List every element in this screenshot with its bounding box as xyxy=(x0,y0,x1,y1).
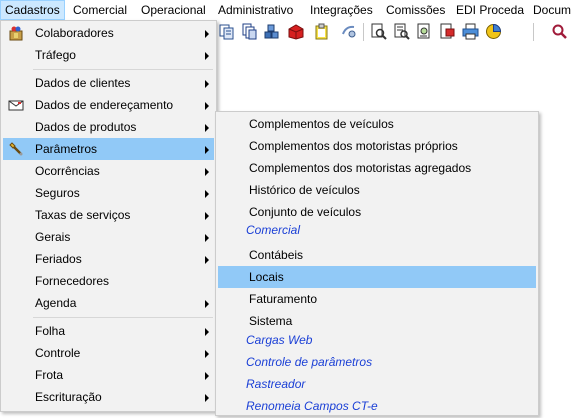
menu-item-label: Feriados xyxy=(35,252,82,266)
submenu-arrow-icon xyxy=(205,146,209,154)
menu-item-label: Ocorrências xyxy=(35,164,100,178)
menu-item-dados-enderecamento[interactable]: Dados de endereçamento xyxy=(3,94,214,116)
document-copy-icon[interactable] xyxy=(218,23,235,40)
menu-item-feriados[interactable]: Feriados xyxy=(3,248,214,270)
submenu-arrow-icon xyxy=(205,52,209,60)
submenu-arrow-icon xyxy=(205,328,209,336)
submenu-item-complementos-veiculos[interactable]: Complementos de veículos xyxy=(218,113,536,135)
menu-item-dados-produtos[interactable]: Dados de produtos xyxy=(3,116,214,138)
cadastros-menu: Colaboradores Tráfego Dados de clientes … xyxy=(0,20,217,412)
red-box-icon[interactable] xyxy=(287,23,304,40)
submenu-arrow-icon xyxy=(205,102,209,110)
menu-item-controle[interactable]: Controle xyxy=(3,342,214,364)
menu-administrativo[interactable]: Administrativo xyxy=(213,0,298,20)
menu-item-label: Dados de produtos xyxy=(35,120,137,134)
menu-item-gerais[interactable]: Gerais xyxy=(3,226,214,248)
menu-operacional[interactable]: Operacional xyxy=(136,0,211,20)
submenu-item-comercial[interactable]: Comercial xyxy=(218,219,536,241)
menu-item-dados-clientes[interactable]: Dados de clientes xyxy=(3,72,214,94)
menu-item-label: Folha xyxy=(35,324,66,338)
menu-separator xyxy=(33,69,213,70)
documents-icon[interactable] xyxy=(241,23,258,40)
submenu-item-contabeis[interactable]: Contábeis xyxy=(218,244,536,266)
menu-item-trafego[interactable]: Tráfego xyxy=(3,44,214,66)
pie-chart-icon[interactable] xyxy=(485,23,502,40)
menu-item-label: Agenda xyxy=(35,296,77,310)
submenu-arrow-icon xyxy=(205,124,209,132)
menu-item-seguros[interactable]: Seguros xyxy=(3,182,214,204)
settings-doc-icon[interactable] xyxy=(416,23,433,40)
menu-item-label: Frota xyxy=(35,368,64,382)
menu-cadastros[interactable]: Cadastros xyxy=(0,0,65,20)
submenu-item-rastreador[interactable]: Rastreador xyxy=(218,373,536,395)
menu-item-label: Colaboradores xyxy=(35,26,114,40)
menu-item-folha[interactable]: Folha xyxy=(3,320,214,342)
toolbar-separator xyxy=(533,23,534,41)
menu-comercial[interactable]: Comercial xyxy=(68,0,132,20)
menu-comissoes[interactable]: Comissões xyxy=(381,0,450,20)
submenu-arrow-icon xyxy=(205,30,209,38)
exit-icon[interactable] xyxy=(439,23,456,40)
submenu-arrow-icon xyxy=(205,372,209,380)
submenu-item-motoristas-agregados[interactable]: Complementos dos motoristas agregados xyxy=(218,157,536,179)
submenu-item-renomeia-campos-cte[interactable]: Renomeia Campos CT-e xyxy=(218,395,536,417)
menu-item-label: Tráfego xyxy=(35,48,76,62)
menu-item-agenda[interactable]: Agenda xyxy=(3,292,214,314)
menu-documentos[interactable]: Docum xyxy=(528,0,571,20)
menu-item-label: Fornecedores xyxy=(35,274,110,288)
menu-integracoes[interactable]: Integrações xyxy=(305,0,378,20)
preview-icon[interactable] xyxy=(370,23,387,40)
submenu-arrow-icon xyxy=(205,350,209,358)
toolbar-separator xyxy=(363,23,364,41)
menu-item-label: Escrituração xyxy=(35,390,102,404)
menu-edi-proceda[interactable]: EDI Proceda xyxy=(451,0,529,20)
submenu-arrow-icon xyxy=(205,190,209,198)
blocks-icon[interactable] xyxy=(264,23,281,40)
menu-item-label: Seguros xyxy=(35,186,80,200)
colaboradores-icon xyxy=(8,25,24,41)
clipboard-icon[interactable] xyxy=(313,23,330,40)
menu-bar: Cadastros Comercial Operacional Administ… xyxy=(0,0,571,20)
submenu-arrow-icon xyxy=(205,80,209,88)
envelope-icon xyxy=(8,97,24,113)
submenu-arrow-icon xyxy=(205,394,209,402)
submenu-arrow-icon xyxy=(205,300,209,308)
menu-item-fornecedores[interactable]: Fornecedores xyxy=(3,270,214,292)
menu-item-label: Gerais xyxy=(35,230,71,244)
submenu-arrow-icon xyxy=(205,212,209,220)
submenu-item-controle-parametros[interactable]: Controle de parâmetros xyxy=(218,351,536,373)
submenu-item-motoristas-proprios[interactable]: Complementos dos motoristas próprios xyxy=(218,135,536,157)
menu-item-label: Parâmetros xyxy=(35,142,98,156)
menu-item-ocorrencias[interactable]: Ocorrências xyxy=(3,160,214,182)
submenu-arrow-icon xyxy=(205,256,209,264)
submenu-item-faturamento[interactable]: Faturamento xyxy=(218,288,536,310)
menu-item-colaboradores[interactable]: Colaboradores xyxy=(3,22,214,44)
menu-item-label: Dados de endereçamento xyxy=(35,98,174,112)
search-icon[interactable] xyxy=(551,23,568,40)
menu-item-frota[interactable]: Frota xyxy=(3,364,214,386)
gear-script-icon[interactable] xyxy=(340,23,357,40)
toolbar xyxy=(215,20,571,44)
menu-item-taxas-servicos[interactable]: Taxas de serviços xyxy=(3,204,214,226)
menu-separator xyxy=(33,317,213,318)
menu-item-label: Controle xyxy=(35,346,81,360)
submenu-item-cargas-web[interactable]: Cargas Web xyxy=(218,329,536,351)
wrench-icon xyxy=(8,141,24,157)
menu-item-escrituracao[interactable]: Escrituração xyxy=(3,386,214,408)
parametros-submenu: Complementos de veículos Complementos do… xyxy=(215,111,539,416)
menu-item-label: Taxas de serviços xyxy=(35,208,131,222)
submenu-arrow-icon xyxy=(205,168,209,176)
submenu-item-locais[interactable]: Locais xyxy=(218,266,536,288)
submenu-arrow-icon xyxy=(205,234,209,242)
menu-item-parametros[interactable]: Parâmetros xyxy=(3,138,214,160)
report-icon[interactable] xyxy=(393,23,410,40)
menu-item-label: Dados de clientes xyxy=(35,76,131,90)
submenu-item-historico-veiculos[interactable]: Histórico de veículos xyxy=(218,179,536,201)
printer-icon[interactable] xyxy=(462,23,479,40)
